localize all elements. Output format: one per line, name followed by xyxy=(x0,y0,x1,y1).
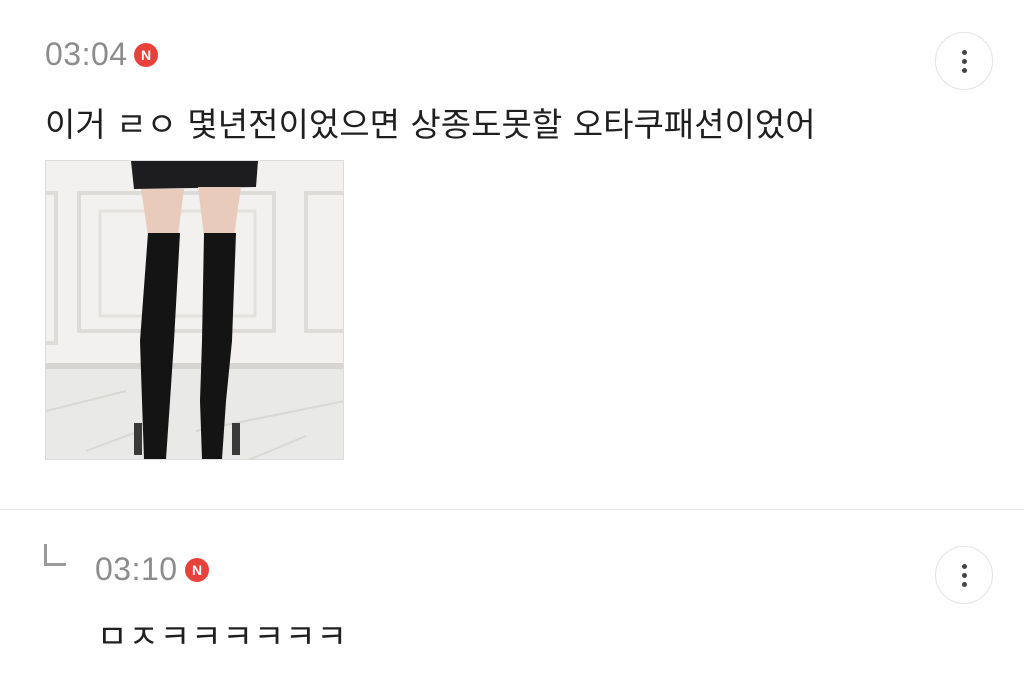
reply-more-options-button[interactable] xyxy=(935,546,993,604)
new-badge: N xyxy=(185,558,209,582)
comment-image[interactable] xyxy=(45,160,344,460)
new-badge: N xyxy=(134,43,158,67)
comment-timestamp: 03:04 xyxy=(45,36,128,72)
photo-thumbnail-icon xyxy=(46,161,343,459)
reply-arrow-icon xyxy=(44,544,66,566)
reply-text: ㅁㅈㅋㅋㅋㅋㅋㅋ xyxy=(97,617,348,656)
more-vertical-icon xyxy=(961,563,967,569)
comment-item: 03:04 N 이거 ㄹㅇ 몇년전이었으면 상종도못할 오타쿠패션이었어 xyxy=(0,0,1024,510)
divider xyxy=(0,509,1024,510)
more-options-button[interactable] xyxy=(935,32,993,90)
reply-timestamp: 03:10 xyxy=(95,551,178,587)
comment-text: 이거 ㄹㅇ 몇년전이었으면 상종도못할 오타쿠패션이었어 xyxy=(45,105,816,144)
more-vertical-icon xyxy=(961,49,967,55)
